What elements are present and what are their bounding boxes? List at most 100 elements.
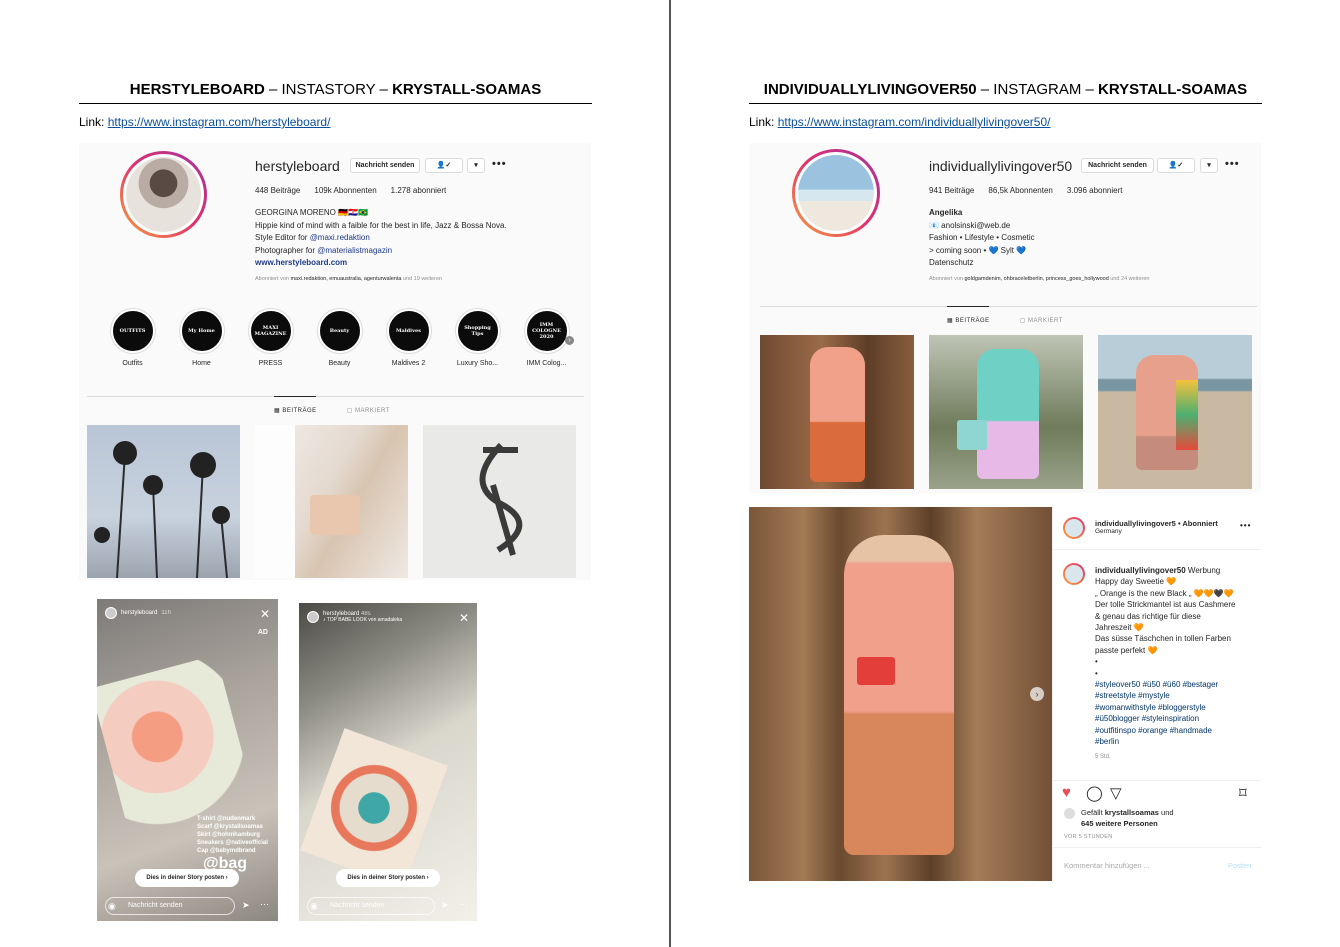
post-thumbnail[interactable] [1098, 335, 1252, 489]
post-thumbnail[interactable] [255, 425, 408, 578]
caption-avatar[interactable] [1063, 563, 1085, 585]
comment-icon[interactable]: ◯ [1086, 784, 1103, 802]
followed-by-names[interactable]: maxi.redaktion, emuaustralia, agenturwal… [290, 276, 401, 282]
post-thumbnail[interactable] [87, 425, 240, 578]
highlight-cover: Maldives [386, 309, 431, 353]
highlight-item[interactable]: Beauty Beauty [305, 309, 374, 367]
post-follow-status[interactable]: • Abonniert [1176, 519, 1218, 528]
tab-posts[interactable]: ▦ BEITRÄGE [947, 317, 990, 324]
post-thumbnail[interactable] [760, 335, 914, 489]
avatar-photo [798, 155, 874, 231]
highlight-cover: IMM COLOGNE 2020 [524, 309, 569, 353]
chevron-down-icon[interactable]: ▾ [1200, 158, 1218, 173]
profile-avatar[interactable] [120, 151, 207, 238]
liker-username[interactable]: krystallsoamas [1105, 808, 1159, 817]
highlight-label: Home [192, 360, 211, 367]
bio-line[interactable]: Datenschutz [929, 257, 1249, 270]
close-icon[interactable]: ✕ [459, 611, 469, 625]
followers-count[interactable]: 86,5k Abonnenten [988, 186, 1053, 195]
hashtag-line[interactable]: #streetstyle #mystyle [1095, 690, 1257, 701]
close-icon[interactable]: ✕ [260, 607, 270, 621]
instagram-story-1[interactable]: herstyleboard 11h ✕ AD T-shirt @nudenmark… [97, 599, 278, 921]
post-author-name[interactable]: individuallylivingover5 [1095, 519, 1176, 528]
hashtag-line[interactable]: #berlin [1095, 736, 1257, 747]
more-options-icon[interactable]: ⋯ [459, 899, 468, 910]
more-options-icon[interactable]: ••• [1240, 521, 1251, 530]
website-link[interactable]: www.herstyleboard.com [255, 257, 585, 270]
story-time: 48s [361, 611, 371, 617]
post-thumbnail[interactable] [929, 335, 1083, 489]
profile-link[interactable]: https://www.instagram.com/individuallyli… [778, 115, 1051, 129]
hashtag-line[interactable]: #outfitinspo #orange #handmade [1095, 725, 1257, 736]
highlight-item[interactable]: Shopping Tips Luxury Sho... [443, 309, 512, 367]
story-username[interactable]: herstyleboard [121, 610, 157, 616]
hashtag-line[interactable]: #ü50blogger #styleinspiration [1095, 713, 1257, 724]
story-reply-input[interactable]: Nachricht senden [307, 897, 435, 915]
tab-tagged[interactable]: ▢ MARKIERT [1020, 317, 1063, 324]
chevron-right-icon[interactable]: › [565, 336, 574, 345]
send-icon[interactable]: ➤ [242, 900, 250, 911]
highlight-item[interactable]: OUTFITS Outfits [98, 309, 167, 367]
followed-by-names[interactable]: goldgamdenim, ohbraceletberlin, princess… [964, 276, 1108, 282]
post-comment-button[interactable]: Posten [1228, 861, 1251, 870]
highlight-label: Beauty [328, 360, 351, 367]
following-icon[interactable]: 👤✓ [425, 158, 463, 173]
more-options-icon[interactable]: ••• [1225, 158, 1240, 170]
caption-line: Jahreszeit 🧡 [1095, 623, 1144, 633]
more-options-icon[interactable]: ••• [492, 158, 507, 170]
post-main-photo[interactable]: › [749, 507, 1052, 881]
following-count[interactable]: 3.096 abonniert [1067, 186, 1123, 195]
likes-count[interactable]: 645 weitere Personen [1081, 818, 1174, 829]
caption-line: Happy day Sweetie 🧡 [1095, 577, 1177, 587]
tab-tagged[interactable]: ▢ MARKIERT [347, 407, 390, 414]
title-separator: – INSTAGRAM – [976, 81, 1099, 98]
logo-sign-photo [479, 442, 523, 556]
highlight-label: Maldives 2 [391, 360, 426, 367]
post-location[interactable]: Germany [1095, 528, 1218, 535]
story-reply-input[interactable]: Nachricht senden [105, 897, 235, 915]
following-count[interactable]: 1.278 abonniert [391, 186, 447, 195]
highlight-cover: Beauty [317, 309, 362, 353]
hashtag-line[interactable]: #styleover50 #ü50 #ü60 #bestager [1095, 679, 1257, 690]
instagram-story-2[interactable]: herstyleboard 48s ♪ TOP BABE LOOK von ama… [299, 603, 477, 921]
posts-count[interactable]: 448 Beiträge [255, 186, 300, 195]
message-button[interactable]: Nachricht senden [1081, 158, 1154, 173]
caption-line: Werbung [1185, 566, 1221, 575]
tab-posts[interactable]: ▦ BEITRÄGE [274, 407, 317, 414]
chevron-right-icon[interactable]: › [1030, 687, 1044, 701]
chevron-down-icon[interactable]: ▾ [467, 158, 485, 173]
tab-divider [87, 396, 584, 397]
highlight-item[interactable]: My Home Home [167, 309, 236, 367]
profile-avatar[interactable] [792, 149, 880, 237]
caption-username[interactable]: individuallylivingover50 [1095, 566, 1186, 575]
send-icon[interactable]: ▽ [1110, 784, 1122, 802]
following-icon[interactable]: 👤✓ [1157, 158, 1195, 173]
tab-divider [760, 306, 1257, 307]
followed-by-more[interactable]: und 19 weiteren [401, 276, 442, 282]
post-thumbnail[interactable] [423, 425, 576, 578]
followed-by-more[interactable]: und 24 weiteren [1109, 276, 1149, 282]
active-tab-indicator [274, 396, 316, 397]
hashtag-line[interactable]: #womanwithstyle #bloggerstyle [1095, 702, 1257, 713]
bio-mention-link[interactable]: @materialistmagazin [317, 246, 392, 255]
message-button[interactable]: Nachricht senden [350, 158, 420, 173]
followers-count[interactable]: 109k Abonnenten [314, 186, 376, 195]
bag-detail [957, 420, 987, 450]
share-to-story-button[interactable]: Dies in deiner Story posten › [135, 869, 239, 887]
left-page: HERSTYLEBOARD – INSTASTORY – KRYSTALL-SO… [0, 0, 669, 947]
bookmark-icon[interactable]: ⌑ [1239, 784, 1247, 802]
highlight-item[interactable]: Maldives Maldives 2 [374, 309, 443, 367]
bio-mention-link[interactable]: @maxi.redaktion [310, 233, 370, 242]
post-author-avatar[interactable] [1063, 517, 1085, 539]
share-to-story-button[interactable]: Dies in deiner Story posten › [336, 869, 440, 887]
more-options-icon[interactable]: ⋯ [260, 899, 269, 910]
palm-trees-photo [94, 441, 230, 578]
caption-line: Das süsse Täschchen in tollen Farben [1095, 634, 1231, 644]
profile-link[interactable]: https://www.instagram.com/herstyleboard/ [108, 115, 331, 129]
heart-icon[interactable]: ♥ [1062, 784, 1071, 801]
comment-input[interactable]: Kommentar hinzufügen ... [1064, 861, 1150, 870]
highlight-item[interactable]: MAXI MAGAZINE PRESS [236, 309, 305, 367]
profile-stats: 448 Beiträge 109k Abonnenten 1.278 abonn… [255, 186, 446, 195]
posts-count[interactable]: 941 Beiträge [929, 186, 974, 195]
send-icon[interactable]: ➤ [441, 900, 449, 911]
